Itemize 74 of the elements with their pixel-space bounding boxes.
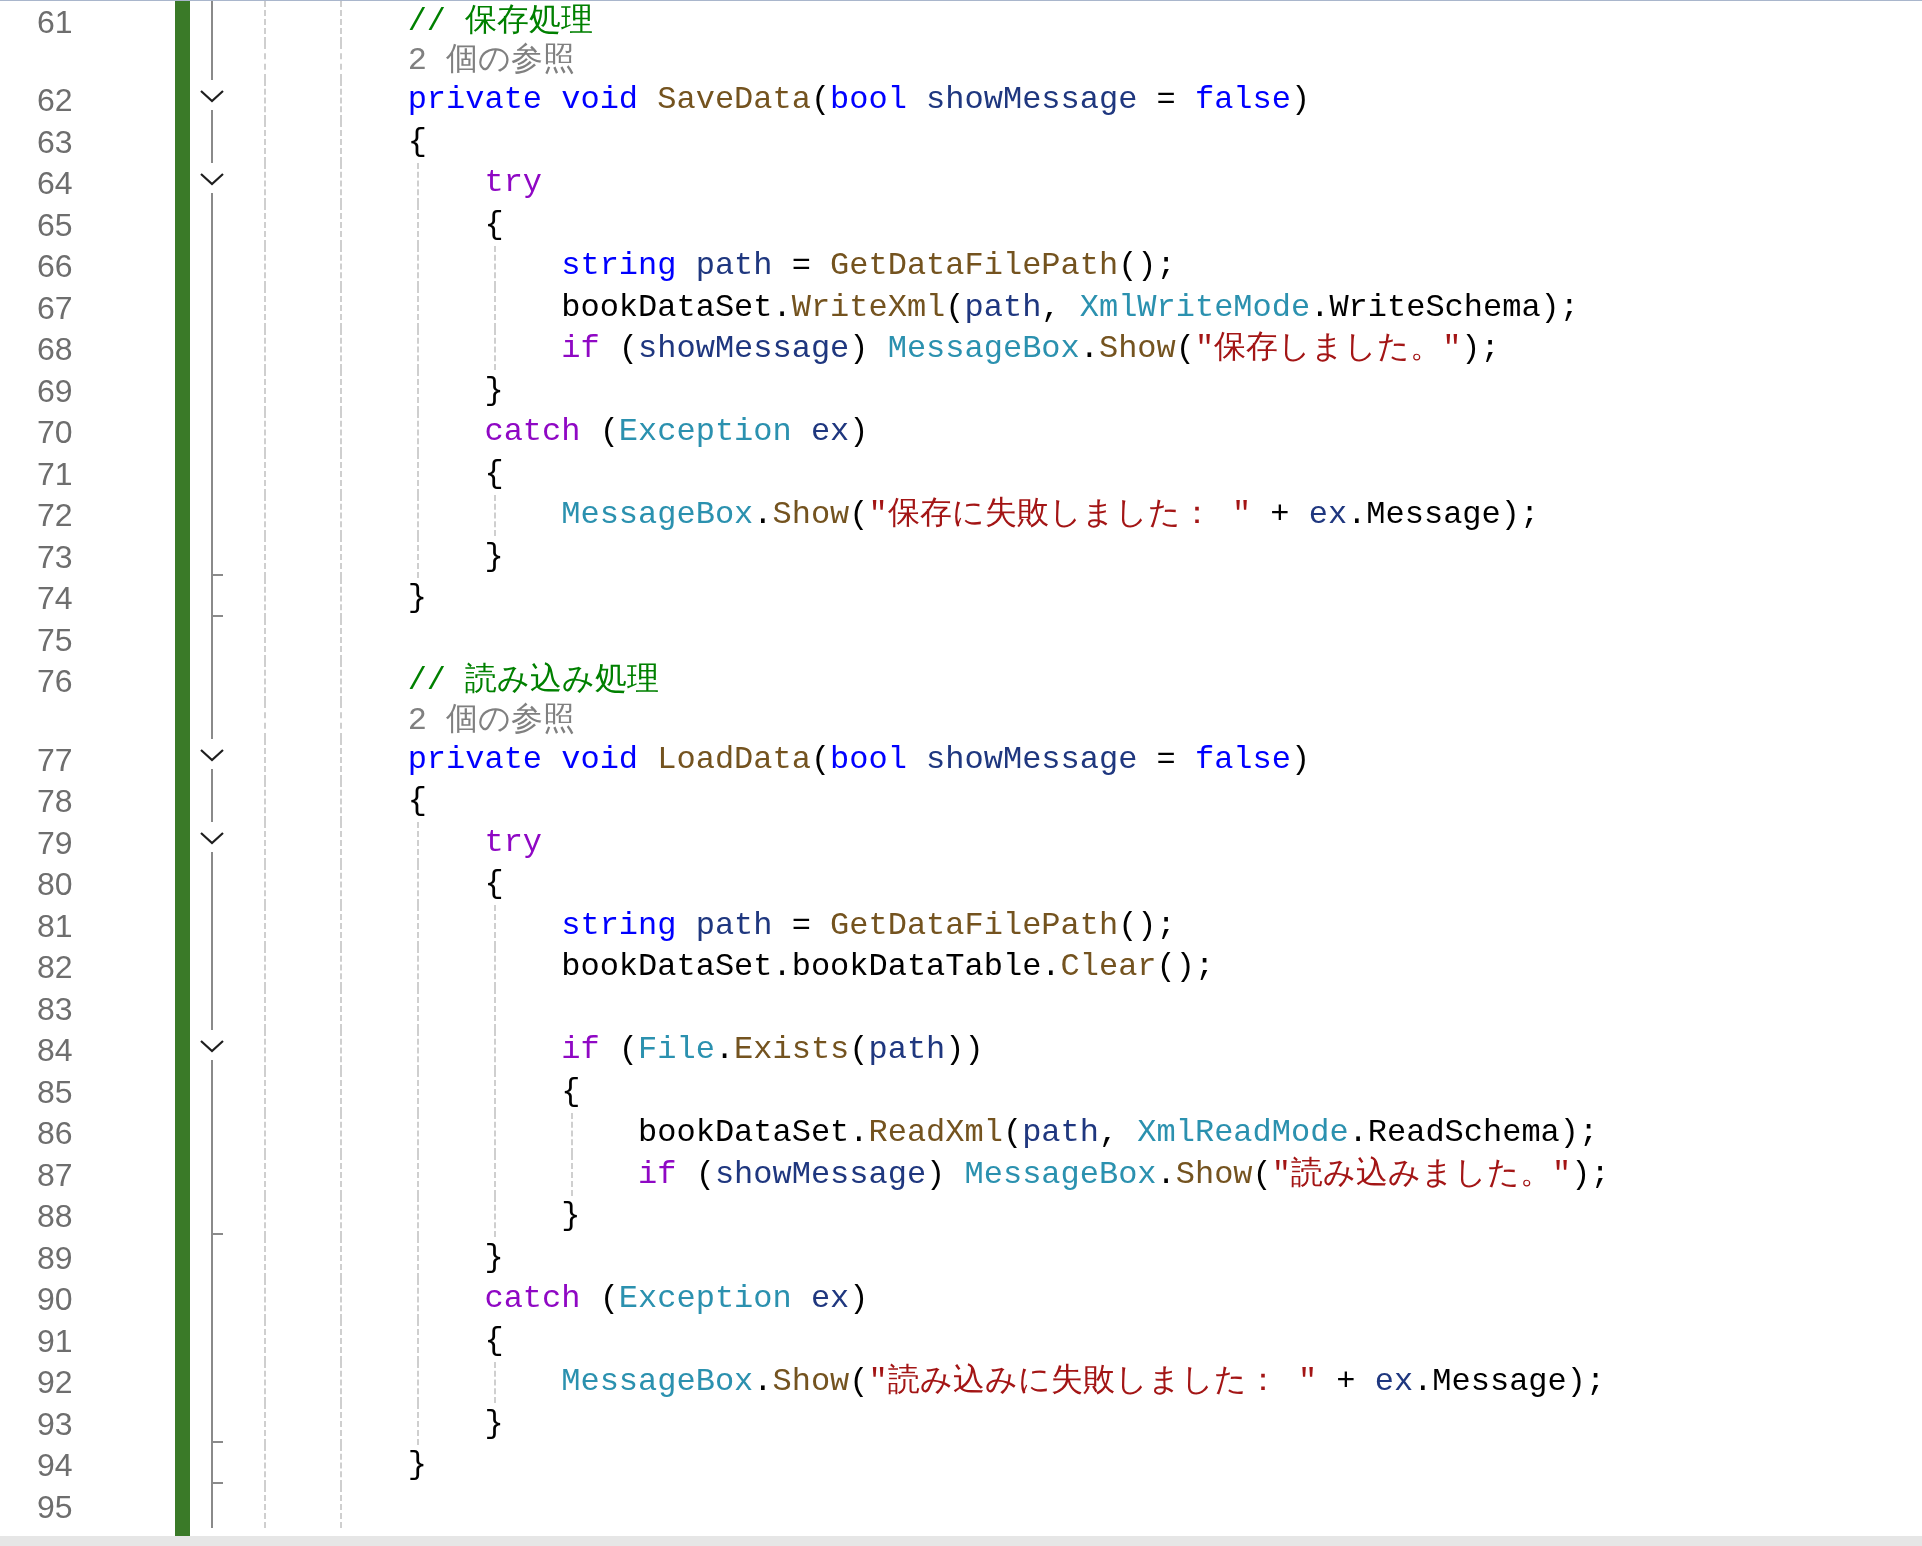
code-line: if (File.Exists(path))	[560, 1031, 984, 1070]
line-number: 88	[36, 1198, 73, 1235]
line-number: 64	[36, 165, 73, 202]
collapse-icon[interactable]	[199, 170, 225, 187]
collapse-icon[interactable]	[199, 747, 225, 763]
line-number: 75	[36, 621, 73, 658]
line-number: 92	[36, 1364, 73, 1401]
code-line: {	[483, 454, 504, 493]
line-number: 87	[36, 1156, 73, 1193]
line-number: 93	[36, 1405, 73, 1442]
line-number: 90	[36, 1281, 73, 1318]
code-line: if (showMessage) MessageBox.Show("保存しました。");	[560, 330, 1500, 369]
code-line: private void SaveData(bool showMessage = false)	[406, 81, 1311, 120]
collapse-icon[interactable]	[199, 1037, 225, 1054]
code-line: }	[483, 537, 504, 576]
code-line: catch (Exception ex)	[483, 413, 869, 452]
collapse-icon[interactable]	[199, 830, 225, 846]
code-line: bookDataSet.WriteXml(path, XmlWriteMode.WriteSchema);	[560, 288, 1579, 327]
code-line: {	[560, 1072, 581, 1111]
code-line: MessageBox.Show("保存に失敗しました： " + ex.Message);	[560, 496, 1540, 535]
line-number: 66	[36, 248, 73, 285]
code-line: bookDataSet.bookDataTable.Clear();	[560, 948, 1215, 987]
line-number: 72	[36, 497, 73, 534]
line-number: 61	[36, 3, 73, 40]
code-line: string path = GetDataFilePath();	[560, 247, 1176, 286]
line-number: 71	[36, 455, 73, 492]
line-number: 70	[36, 414, 73, 451]
code-line: }	[406, 1446, 427, 1485]
line-number: 68	[36, 331, 73, 368]
line-number: 76	[36, 663, 73, 700]
line-number: 86	[36, 1115, 73, 1152]
code-line: }	[483, 1238, 504, 1277]
code-line: // 保存処理	[406, 2, 594, 41]
line-number: 95	[36, 1488, 73, 1525]
code-line: try	[483, 164, 543, 203]
line-number: 78	[36, 783, 73, 820]
line-number: 82	[36, 949, 73, 986]
line-number: 79	[36, 824, 73, 861]
code-line: }	[560, 1197, 581, 1236]
code-line: bookDataSet.ReadXml(path, XmlReadMode.ReadSchema);	[637, 1114, 1599, 1153]
line-number: 73	[36, 538, 73, 575]
code-line: MessageBox.Show("読み込みに失敗しました： " + ex.Message);	[560, 1363, 1606, 1402]
code-line: {	[483, 1321, 504, 1360]
code-line: {	[483, 205, 504, 244]
code-line: // 読み込み処理	[406, 662, 660, 701]
reference-count[interactable]: 2 個の参照	[254, 42, 576, 80]
code-line: private void LoadData(bool showMessage = false)	[406, 740, 1311, 779]
code-line: string path = GetDataFilePath();	[560, 906, 1176, 945]
code-line: }	[483, 1404, 504, 1443]
code-line: {	[483, 865, 504, 904]
line-number: 69	[36, 372, 73, 409]
line-number: 83	[36, 990, 73, 1027]
line-number: 63	[36, 123, 73, 160]
line-number: 81	[36, 907, 73, 944]
code-line: }	[406, 579, 427, 618]
line-number: 89	[36, 1239, 73, 1276]
line-number: 77	[36, 741, 73, 778]
line-number: 65	[36, 206, 73, 243]
line-number: 74	[36, 580, 73, 617]
line-number: 80	[36, 866, 73, 903]
code-line: catch (Exception ex)	[483, 1280, 869, 1319]
line-number: 85	[36, 1073, 73, 1110]
code-line: {	[406, 122, 427, 161]
collapse-icon[interactable]	[199, 87, 225, 104]
code-line: if (showMessage) MessageBox.Show("読み込みました。");	[637, 1155, 1610, 1194]
reference-count[interactable]: 2 個の参照	[254, 701, 576, 740]
line-number: 91	[36, 1322, 73, 1359]
code-line: }	[483, 371, 504, 410]
code-line: try	[483, 823, 543, 862]
line-number: 94	[36, 1447, 73, 1484]
code-line: {	[406, 782, 427, 821]
line-number: 62	[36, 82, 73, 119]
line-number: 84	[36, 1032, 73, 1069]
line-number: 67	[36, 289, 73, 326]
